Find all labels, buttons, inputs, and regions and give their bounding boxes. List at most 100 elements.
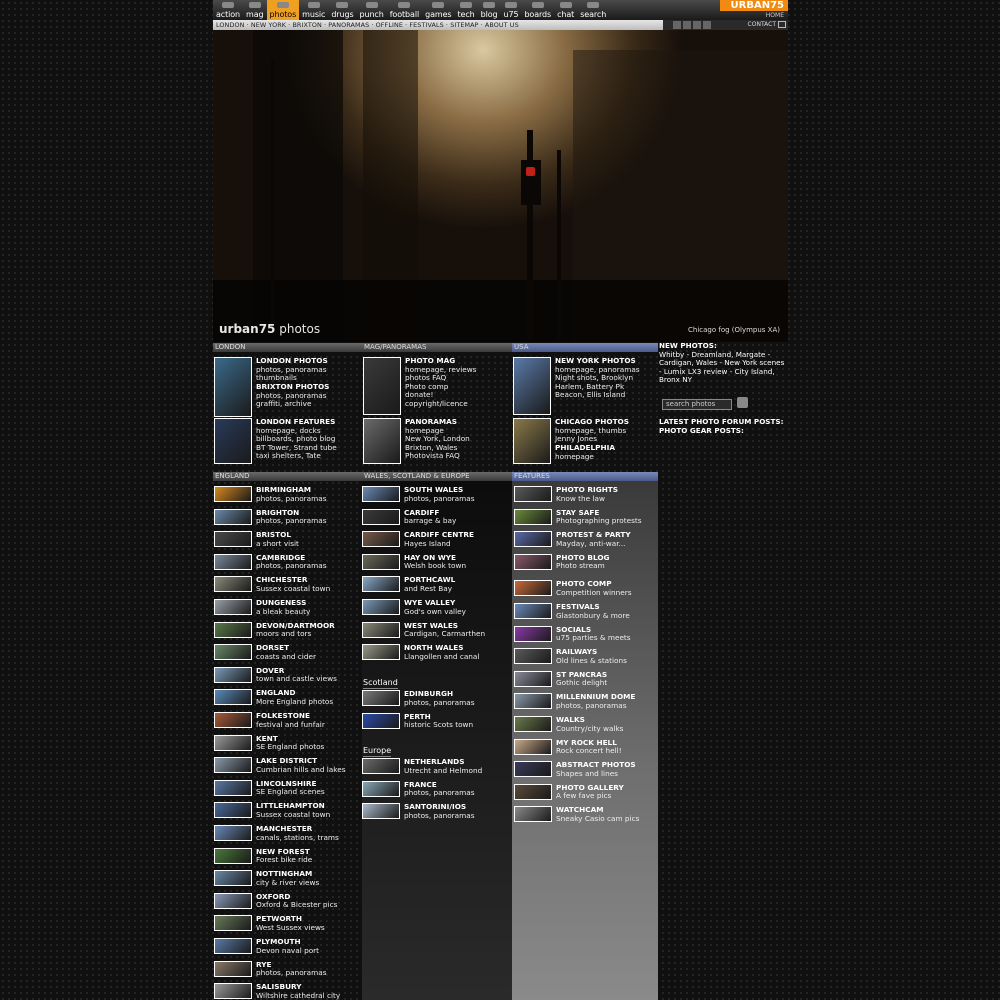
list-item[interactable]: LINCOLNSHIRE SE England scenes <box>214 779 325 797</box>
list-item[interactable]: RYE photos, panoramas <box>214 960 327 978</box>
list-item[interactable]: PERTH historic Scots town <box>362 712 473 730</box>
thumbnail[interactable] <box>514 761 552 778</box>
thumbnail[interactable] <box>363 357 401 415</box>
list-item[interactable]: KENT SE England photos <box>214 734 324 752</box>
thumbnail[interactable] <box>214 825 252 841</box>
thumbnail[interactable] <box>514 531 552 548</box>
thumbnail[interactable] <box>214 599 252 615</box>
facebook-icon[interactable] <box>673 21 681 29</box>
list-item[interactable]: PETWORTH West Sussex views <box>214 915 325 932</box>
list-item[interactable]: PHOTO GALLERY A few fave pics <box>514 783 624 801</box>
thumbnail[interactable] <box>214 531 252 548</box>
thumbnail[interactable] <box>214 892 252 909</box>
thumbnail[interactable] <box>214 418 252 464</box>
twitter-icon[interactable] <box>683 21 691 29</box>
list-item[interactable]: DORSET coasts and cider <box>214 644 316 661</box>
list-item[interactable]: WATCHCAM Sneaky Casio cam pics <box>514 806 639 823</box>
flickr-icon[interactable] <box>693 21 701 29</box>
list-item[interactable]: WEST WALES Cardigan, Carmarthen <box>362 621 485 639</box>
list-item[interactable]: PHOTO RIGHTS Know the law <box>514 485 618 503</box>
list-item[interactable]: SOUTH WALES photos, panoramas <box>362 485 475 503</box>
list-item-line[interactable]: graffiti, archive <box>256 400 329 409</box>
sub-nav-links[interactable]: LONDON · NEW YORK · BRIXTON · PANORAMAS … <box>216 20 519 30</box>
nav-item-games[interactable]: games <box>422 0 454 20</box>
home-link[interactable]: HOME <box>766 11 784 20</box>
list-item[interactable]: LITTLEHAMPTON Sussex coastal town <box>214 802 330 819</box>
nav-item-u75[interactable]: u75 <box>500 0 521 20</box>
mail-icon[interactable] <box>778 21 786 28</box>
thumbnail[interactable] <box>214 938 252 954</box>
list-item[interactable]: HAY ON WYE Welsh book town <box>362 553 466 571</box>
list-item[interactable]: PHOTO BLOG Photo stream <box>514 553 610 571</box>
thumbnail[interactable] <box>214 847 252 864</box>
thumbnail[interactable] <box>214 553 252 570</box>
nav-item-chat[interactable]: chat <box>554 0 577 20</box>
list-item[interactable]: BRIGHTON photos, panoramas <box>214 508 327 526</box>
thumbnail[interactable] <box>514 603 552 619</box>
thumbnail[interactable] <box>362 599 400 615</box>
thumbnail[interactable] <box>214 802 252 819</box>
list-item[interactable]: PANORAMAS homepage New York, London Brixton… <box>363 417 470 464</box>
list-item[interactable]: PLYMOUTH Devon naval port <box>214 937 319 955</box>
list-item[interactable]: DUNGENESS a bleak beauty <box>214 598 310 616</box>
thumbnail[interactable] <box>214 734 252 751</box>
thumbnail[interactable] <box>214 960 252 977</box>
nav-item-music[interactable]: music <box>299 0 328 20</box>
list-item[interactable]: DEVON/DARTMOOR moors and tors <box>214 621 335 639</box>
thumbnail[interactable] <box>214 712 252 728</box>
list-item[interactable]: FRANCE photos, panoramas <box>362 780 475 798</box>
list-item[interactable]: NEW FOREST Forest bike ride <box>214 847 312 865</box>
thumbnail[interactable] <box>362 712 400 729</box>
list-item[interactable]: NOTTINGHAM city & river views <box>214 870 319 887</box>
list-item[interactable]: EDINBURGH photos, panoramas <box>362 689 475 707</box>
nav-item-photos[interactable]: photos <box>266 0 300 20</box>
nav-item-blog[interactable]: blog <box>478 0 501 20</box>
thumbnail[interactable] <box>214 576 252 593</box>
thumbnail[interactable] <box>214 508 252 525</box>
thumbnail[interactable] <box>362 508 400 525</box>
list-item[interactable]: ABSTRACT PHOTOS Shapes and lines <box>514 761 636 778</box>
thumbnail[interactable] <box>362 553 400 570</box>
list-item[interactable]: ST PANCRAS Gothic delight <box>514 670 607 688</box>
list-item-line[interactable]: homepage <box>555 452 615 462</box>
thumbnail[interactable] <box>514 806 552 823</box>
list-item[interactable]: WALKS Country/city walks <box>514 715 623 733</box>
list-item[interactable]: CHICHESTER Sussex coastal town <box>214 576 330 593</box>
list-item[interactable]: ENGLAND More England photos <box>214 689 333 706</box>
new-photos-list[interactable]: Whitby - Dreamland, Margate - Cardigan, … <box>659 350 784 385</box>
thumbnail[interactable] <box>214 779 252 796</box>
nav-item-boards[interactable]: boards <box>521 0 554 20</box>
thumbnail[interactable] <box>514 693 552 710</box>
thumbnail[interactable] <box>214 870 252 887</box>
nav-item-drugs[interactable]: drugs <box>328 0 356 20</box>
rss-icon[interactable] <box>703 21 711 29</box>
list-item-line[interactable]: copyright/licence <box>405 399 476 409</box>
thumbnail[interactable] <box>362 644 400 661</box>
thumbnail[interactable] <box>362 576 400 593</box>
list-item-line[interactable]: taxi shelters, Tate <box>256 452 337 461</box>
list-item[interactable]: STAY SAFE Photographing protests <box>514 508 642 526</box>
list-item[interactable]: PROTEST & PARTY Mayday, anti-war... <box>514 531 631 548</box>
nav-item-mag[interactable]: mag <box>243 0 266 20</box>
list-item[interactable]: MANCHESTER canals, stations, trams <box>214 824 339 842</box>
list-item[interactable]: SALISBURY Wiltshire cathedral city <box>214 983 340 1000</box>
list-item[interactable]: CARDIFF barrage & bay <box>362 508 456 526</box>
thumbnail[interactable] <box>362 531 400 548</box>
thumbnail[interactable] <box>514 553 552 570</box>
thumbnail[interactable] <box>214 666 252 683</box>
list-item[interactable]: PHOTO COMP Competition winners <box>514 580 632 597</box>
thumbnail[interactable] <box>514 486 552 502</box>
list-item[interactable]: SOCIALS u75 parties & meets <box>514 625 631 643</box>
list-item-line[interactable]: Beacon, Ellis Island <box>555 391 640 400</box>
thumbnail[interactable] <box>514 648 552 665</box>
list-item[interactable]: PHOTO MAG homepage, reviews photos FAQ Phot… <box>363 356 476 415</box>
thumbnail[interactable] <box>363 418 401 464</box>
list-item[interactable]: MY ROCK HELL Rock concert hell! <box>514 738 622 756</box>
thumbnail[interactable] <box>362 803 400 820</box>
thumbnail[interactable] <box>514 716 552 732</box>
list-item-line[interactable]: Photovista FAQ <box>405 452 470 461</box>
list-item[interactable]: DOVER town and castle views <box>214 666 337 684</box>
list-item[interactable]: LONDON FEATURES homepage, docks billboards… <box>214 417 337 464</box>
contact-link[interactable]: CONTACT <box>748 20 776 30</box>
list-item[interactable]: BRISTOL a short visit <box>214 531 299 548</box>
